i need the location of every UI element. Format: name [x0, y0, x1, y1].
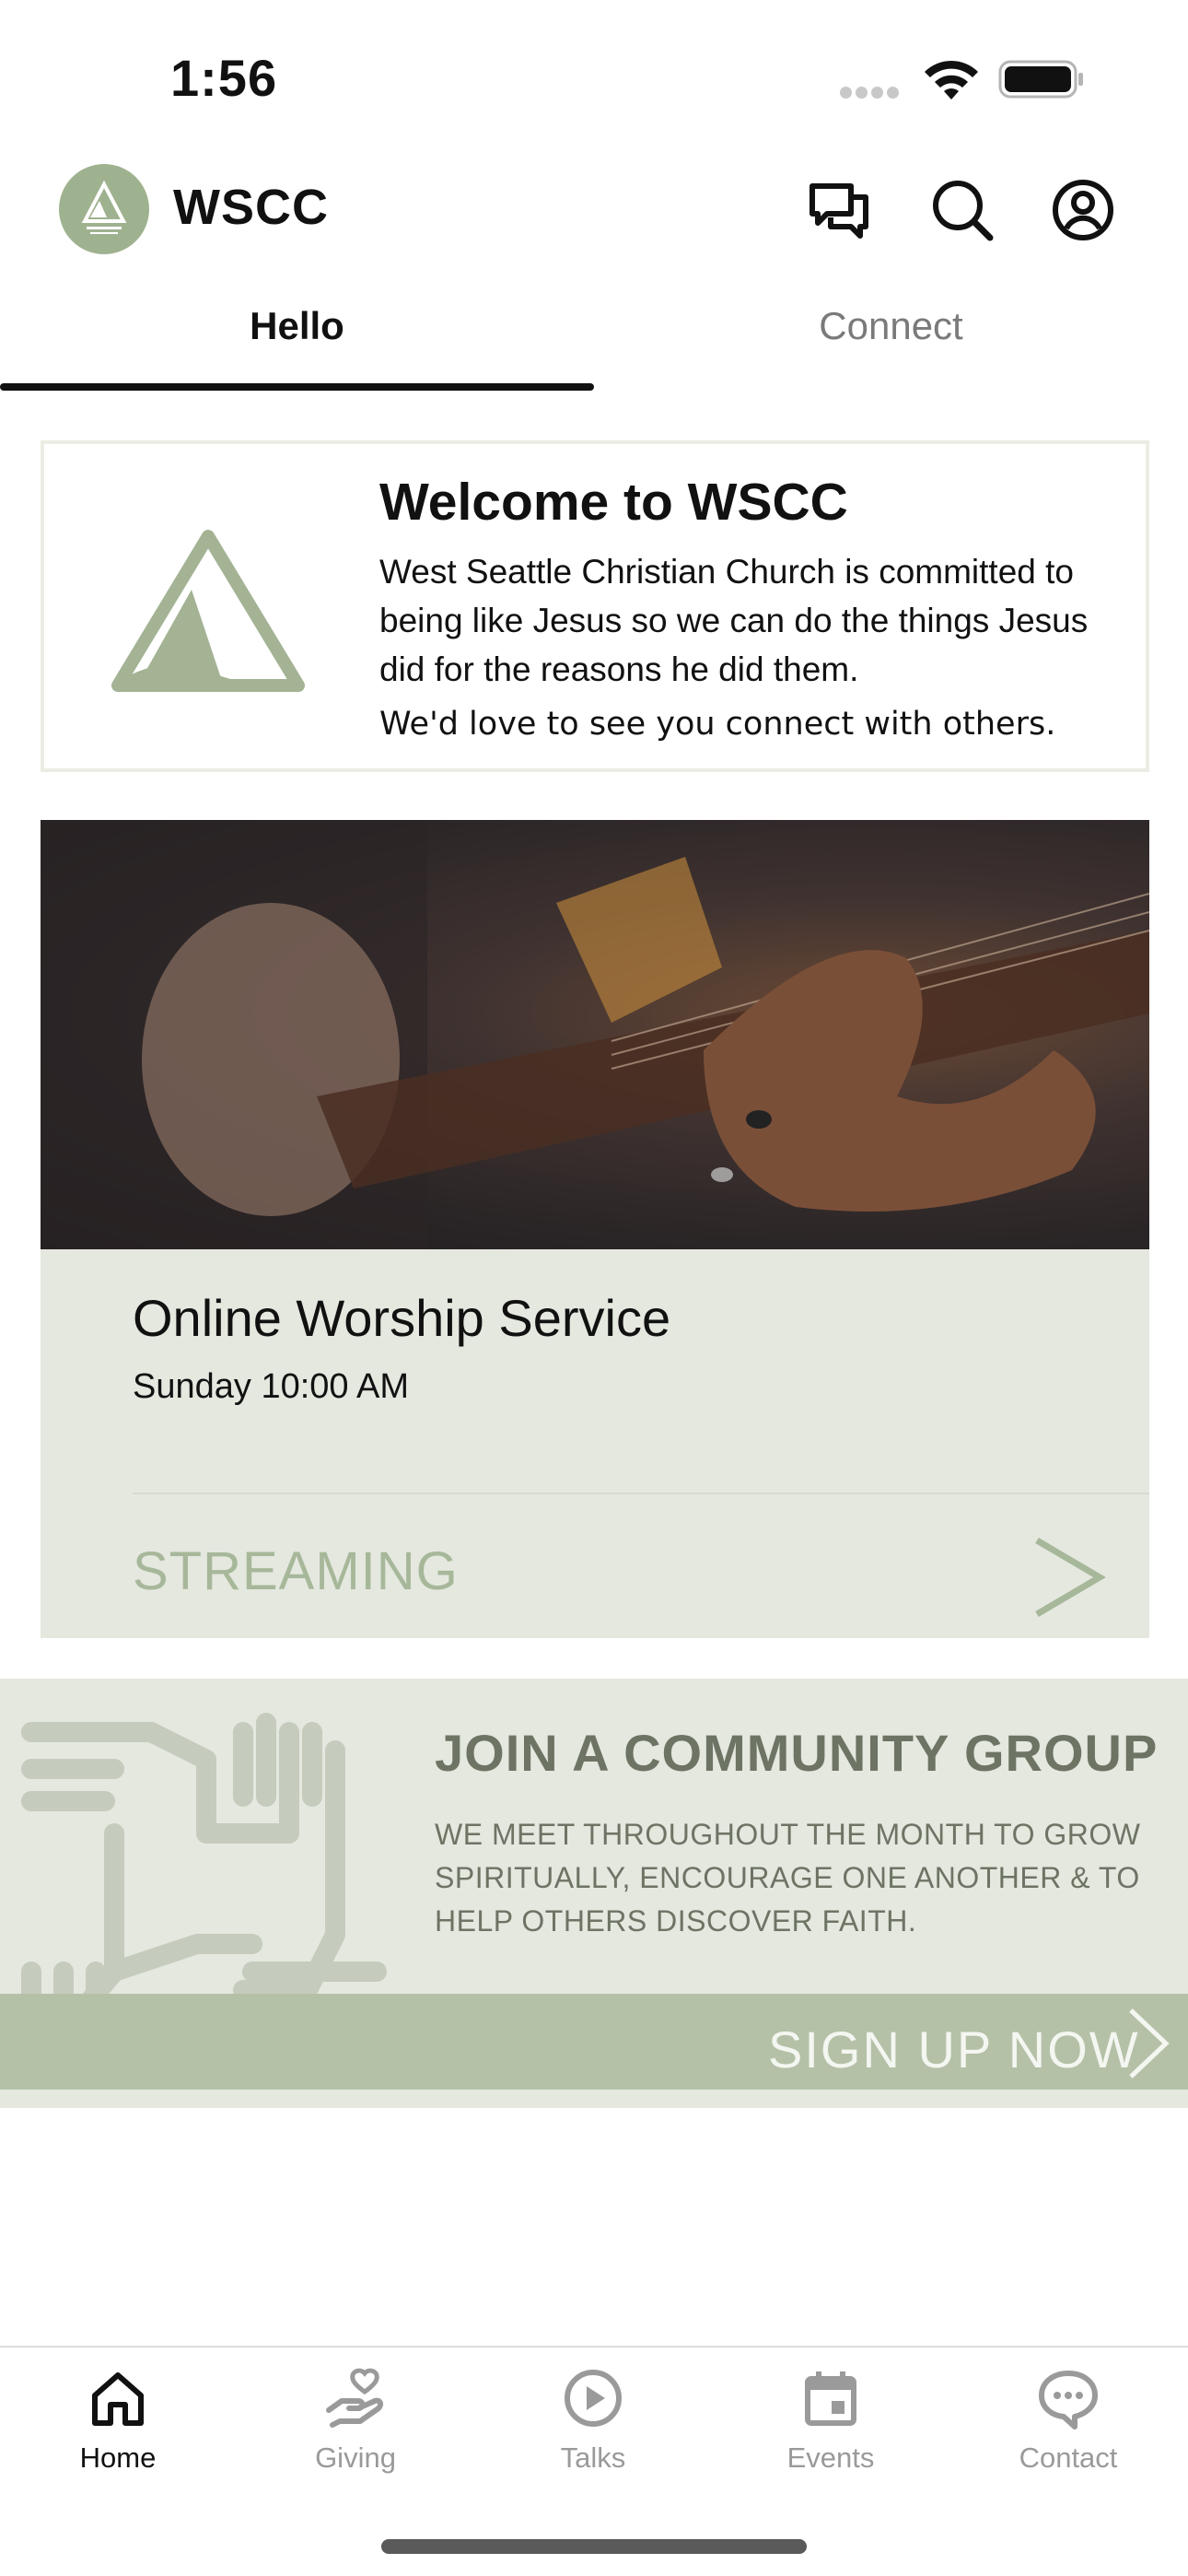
mountain-logo-icon: [81, 180, 127, 234]
wifi-icon: [925, 60, 978, 100]
welcome-body: West Seattle Christian Church is committ…: [379, 553, 1089, 688]
active-tab-indicator: [0, 383, 594, 391]
welcome-subtitle: We'd love to see you connect with others…: [379, 706, 1056, 743]
status-time: 1:56: [170, 49, 278, 107]
mountain-logo-icon: [111, 530, 305, 692]
worship-service-card[interactable]: Online Worship Service Sunday 10:00 AM S…: [41, 820, 1149, 1638]
church-logo-avatar[interactable]: [59, 164, 149, 254]
community-group-banner[interactable]: JOIN A COMMUNITY GROUP WE MEET THROUGHOU…: [0, 1679, 1188, 2108]
welcome-title: Welcome to WSCC: [379, 473, 848, 532]
nav-events[interactable]: Events: [739, 2366, 923, 2495]
battery-icon: [998, 60, 1083, 99]
cellular-signal-icon: [840, 87, 904, 100]
sign-up-now-button[interactable]: SIGN UP NOW: [768, 2020, 1140, 2079]
nav-contact[interactable]: Contact: [976, 2366, 1160, 2495]
play-circle-icon: [565, 2370, 622, 2427]
search-icon[interactable]: [926, 173, 999, 247]
worship-title: Online Worship Service: [133, 1289, 671, 1347]
community-description: WE MEET THROUGHOUT THE MONTH TO GROW SPI…: [435, 1818, 1141, 1938]
divider: [133, 1493, 1149, 1494]
nav-giving-label: Giving: [315, 2441, 396, 2474]
welcome-card: Welcome to WSCC West Seattle Christian C…: [41, 440, 1149, 772]
calendar-icon: [805, 2371, 856, 2426]
nav-home-label: Home: [79, 2441, 157, 2474]
chevron-right-icon[interactable]: [1125, 2007, 1171, 2080]
app-title: WSCC: [173, 180, 329, 235]
community-title: JOIN A COMMUNITY GROUP: [435, 1724, 1159, 1782]
tab-connect[interactable]: Connect: [594, 295, 1188, 392]
app-header: WSCC: [0, 157, 1188, 267]
account-icon[interactable]: [1046, 173, 1120, 247]
nav-home[interactable]: Home: [26, 2366, 210, 2495]
worship-time: Sunday 10:00 AM: [133, 1367, 409, 1406]
nav-talks[interactable]: Talks: [501, 2366, 685, 2495]
chat-bubbles-icon[interactable]: [803, 173, 877, 247]
guitar-photo: [41, 820, 1149, 1249]
nav-events-label: Events: [786, 2441, 875, 2474]
nav-giving[interactable]: Giving: [263, 2366, 448, 2495]
tab-bar: Hello Connect: [0, 295, 1188, 392]
nav-contact-label: Contact: [1019, 2441, 1118, 2474]
tab-hello[interactable]: Hello: [0, 295, 594, 392]
status-bar: 1:56: [0, 0, 1188, 157]
home-icon: [92, 2372, 144, 2426]
streaming-link[interactable]: STREAMING: [133, 1540, 459, 1602]
chevron-right-icon[interactable]: [1030, 1535, 1107, 1620]
home-indicator[interactable]: [381, 2539, 807, 2554]
nav-talks-label: Talks: [560, 2441, 626, 2474]
giving-hand-heart-icon: [326, 2368, 384, 2428]
chat-bubble-dots-icon: [1039, 2371, 1098, 2430]
